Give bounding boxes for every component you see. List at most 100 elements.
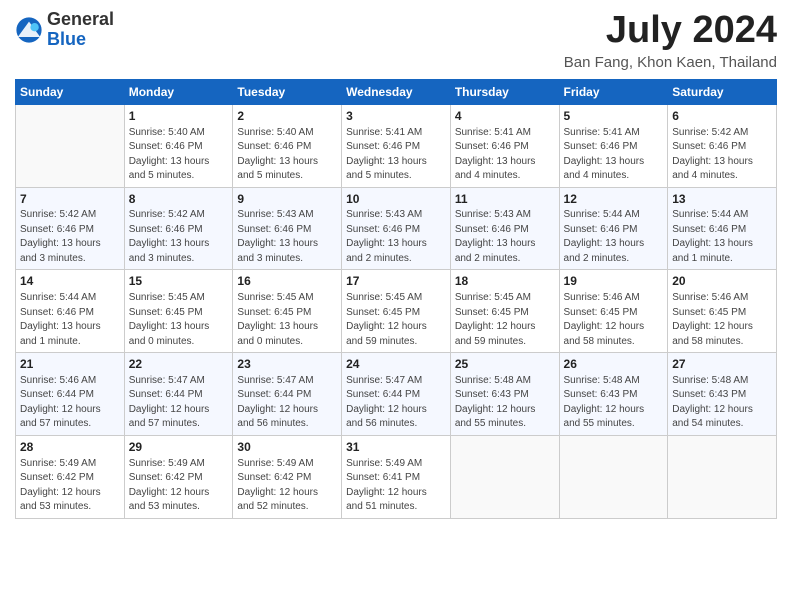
day-cell: 24Sunrise: 5:47 AM Sunset: 6:44 PM Dayli… (342, 353, 451, 436)
day-number: 17 (346, 273, 446, 290)
day-number: 3 (346, 108, 446, 125)
day-cell: 21Sunrise: 5:46 AM Sunset: 6:44 PM Dayli… (16, 353, 125, 436)
logo-general: General (47, 10, 114, 30)
header: General Blue July 2024 Ban Fang, Khon Ka… (15, 10, 777, 71)
header-thursday: Thursday (450, 79, 559, 104)
day-cell: 22Sunrise: 5:47 AM Sunset: 6:44 PM Dayli… (124, 353, 233, 436)
day-cell: 6Sunrise: 5:42 AM Sunset: 6:46 PM Daylig… (668, 104, 777, 187)
day-detail: Sunrise: 5:48 AM Sunset: 6:43 PM Dayligh… (455, 374, 555, 432)
day-cell: 31Sunrise: 5:49 AM Sunset: 6:41 PM Dayli… (342, 435, 451, 518)
week-row-4: 28Sunrise: 5:49 AM Sunset: 6:42 PM Dayli… (16, 435, 777, 518)
day-number: 7 (20, 191, 120, 208)
week-row-3: 21Sunrise: 5:46 AM Sunset: 6:44 PM Dayli… (16, 353, 777, 436)
day-cell: 18Sunrise: 5:45 AM Sunset: 6:45 PM Dayli… (450, 270, 559, 353)
calendar-header-row: SundayMondayTuesdayWednesdayThursdayFrid… (16, 79, 777, 104)
day-detail: Sunrise: 5:49 AM Sunset: 6:42 PM Dayligh… (237, 457, 337, 515)
day-number: 11 (455, 191, 555, 208)
day-detail: Sunrise: 5:40 AM Sunset: 6:46 PM Dayligh… (237, 126, 337, 184)
day-number: 2 (237, 108, 337, 125)
day-cell: 30Sunrise: 5:49 AM Sunset: 6:42 PM Dayli… (233, 435, 342, 518)
day-cell: 12Sunrise: 5:44 AM Sunset: 6:46 PM Dayli… (559, 187, 668, 270)
day-number: 10 (346, 191, 446, 208)
day-detail: Sunrise: 5:47 AM Sunset: 6:44 PM Dayligh… (129, 374, 229, 432)
day-cell: 28Sunrise: 5:49 AM Sunset: 6:42 PM Dayli… (16, 435, 125, 518)
day-number: 25 (455, 356, 555, 373)
day-cell: 8Sunrise: 5:42 AM Sunset: 6:46 PM Daylig… (124, 187, 233, 270)
day-cell: 2Sunrise: 5:40 AM Sunset: 6:46 PM Daylig… (233, 104, 342, 187)
header-saturday: Saturday (668, 79, 777, 104)
day-cell: 25Sunrise: 5:48 AM Sunset: 6:43 PM Dayli… (450, 353, 559, 436)
day-cell: 4Sunrise: 5:41 AM Sunset: 6:46 PM Daylig… (450, 104, 559, 187)
day-cell (668, 435, 777, 518)
day-number: 23 (237, 356, 337, 373)
page: General Blue July 2024 Ban Fang, Khon Ka… (0, 0, 792, 612)
day-detail: Sunrise: 5:46 AM Sunset: 6:44 PM Dayligh… (20, 374, 120, 432)
day-cell (559, 435, 668, 518)
day-number: 16 (237, 273, 337, 290)
title-block: July 2024 Ban Fang, Khon Kaen, Thailand (564, 10, 777, 71)
day-cell: 5Sunrise: 5:41 AM Sunset: 6:46 PM Daylig… (559, 104, 668, 187)
day-detail: Sunrise: 5:40 AM Sunset: 6:46 PM Dayligh… (129, 126, 229, 184)
day-detail: Sunrise: 5:46 AM Sunset: 6:45 PM Dayligh… (564, 291, 664, 349)
day-number: 29 (129, 439, 229, 456)
day-number: 20 (672, 273, 772, 290)
header-tuesday: Tuesday (233, 79, 342, 104)
calendar: SundayMondayTuesdayWednesdayThursdayFrid… (15, 79, 777, 519)
day-cell: 17Sunrise: 5:45 AM Sunset: 6:45 PM Dayli… (342, 270, 451, 353)
day-number: 18 (455, 273, 555, 290)
header-sunday: Sunday (16, 79, 125, 104)
day-number: 19 (564, 273, 664, 290)
day-detail: Sunrise: 5:43 AM Sunset: 6:46 PM Dayligh… (346, 208, 446, 266)
day-number: 8 (129, 191, 229, 208)
day-detail: Sunrise: 5:43 AM Sunset: 6:46 PM Dayligh… (455, 208, 555, 266)
logo-blue: Blue (47, 30, 114, 50)
day-cell: 13Sunrise: 5:44 AM Sunset: 6:46 PM Dayli… (668, 187, 777, 270)
day-detail: Sunrise: 5:49 AM Sunset: 6:42 PM Dayligh… (129, 457, 229, 515)
day-number: 27 (672, 356, 772, 373)
day-detail: Sunrise: 5:44 AM Sunset: 6:46 PM Dayligh… (672, 208, 772, 266)
day-detail: Sunrise: 5:43 AM Sunset: 6:46 PM Dayligh… (237, 208, 337, 266)
day-cell: 15Sunrise: 5:45 AM Sunset: 6:45 PM Dayli… (124, 270, 233, 353)
day-number: 21 (20, 356, 120, 373)
day-number: 28 (20, 439, 120, 456)
day-number: 30 (237, 439, 337, 456)
day-detail: Sunrise: 5:41 AM Sunset: 6:46 PM Dayligh… (564, 126, 664, 184)
day-detail: Sunrise: 5:49 AM Sunset: 6:41 PM Dayligh… (346, 457, 446, 515)
day-detail: Sunrise: 5:42 AM Sunset: 6:46 PM Dayligh… (129, 208, 229, 266)
week-row-1: 7Sunrise: 5:42 AM Sunset: 6:46 PM Daylig… (16, 187, 777, 270)
day-number: 5 (564, 108, 664, 125)
day-detail: Sunrise: 5:42 AM Sunset: 6:46 PM Dayligh… (20, 208, 120, 266)
location: Ban Fang, Khon Kaen, Thailand (564, 54, 777, 71)
day-detail: Sunrise: 5:49 AM Sunset: 6:42 PM Dayligh… (20, 457, 120, 515)
day-number: 31 (346, 439, 446, 456)
day-cell (16, 104, 125, 187)
day-cell: 1Sunrise: 5:40 AM Sunset: 6:46 PM Daylig… (124, 104, 233, 187)
day-detail: Sunrise: 5:48 AM Sunset: 6:43 PM Dayligh… (672, 374, 772, 432)
day-detail: Sunrise: 5:47 AM Sunset: 6:44 PM Dayligh… (237, 374, 337, 432)
header-friday: Friday (559, 79, 668, 104)
day-number: 14 (20, 273, 120, 290)
day-cell (450, 435, 559, 518)
day-number: 24 (346, 356, 446, 373)
day-number: 9 (237, 191, 337, 208)
day-cell: 14Sunrise: 5:44 AM Sunset: 6:46 PM Dayli… (16, 270, 125, 353)
day-cell: 19Sunrise: 5:46 AM Sunset: 6:45 PM Dayli… (559, 270, 668, 353)
day-cell: 11Sunrise: 5:43 AM Sunset: 6:46 PM Dayli… (450, 187, 559, 270)
day-cell: 3Sunrise: 5:41 AM Sunset: 6:46 PM Daylig… (342, 104, 451, 187)
day-cell: 16Sunrise: 5:45 AM Sunset: 6:45 PM Dayli… (233, 270, 342, 353)
day-number: 13 (672, 191, 772, 208)
header-wednesday: Wednesday (342, 79, 451, 104)
day-detail: Sunrise: 5:41 AM Sunset: 6:46 PM Dayligh… (455, 126, 555, 184)
day-detail: Sunrise: 5:45 AM Sunset: 6:45 PM Dayligh… (237, 291, 337, 349)
day-cell: 29Sunrise: 5:49 AM Sunset: 6:42 PM Dayli… (124, 435, 233, 518)
day-cell: 20Sunrise: 5:46 AM Sunset: 6:45 PM Dayli… (668, 270, 777, 353)
day-detail: Sunrise: 5:45 AM Sunset: 6:45 PM Dayligh… (455, 291, 555, 349)
day-cell: 10Sunrise: 5:43 AM Sunset: 6:46 PM Dayli… (342, 187, 451, 270)
day-detail: Sunrise: 5:42 AM Sunset: 6:46 PM Dayligh… (672, 126, 772, 184)
day-number: 1 (129, 108, 229, 125)
day-detail: Sunrise: 5:48 AM Sunset: 6:43 PM Dayligh… (564, 374, 664, 432)
day-detail: Sunrise: 5:45 AM Sunset: 6:45 PM Dayligh… (129, 291, 229, 349)
day-number: 4 (455, 108, 555, 125)
week-row-0: 1Sunrise: 5:40 AM Sunset: 6:46 PM Daylig… (16, 104, 777, 187)
month-title: July 2024 (564, 10, 777, 52)
